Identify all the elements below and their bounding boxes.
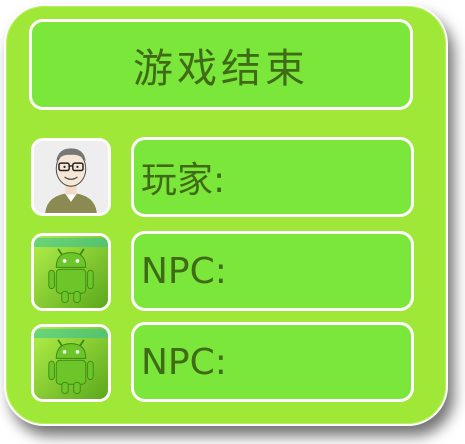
- person-glasses-avatar-icon: [34, 141, 108, 213]
- game-over-title-box: 游戏结束: [29, 19, 413, 110]
- player-avatar: [31, 138, 111, 216]
- android-robot-icon: [34, 327, 108, 399]
- npc-name-box-1: NPC:: [131, 231, 414, 311]
- npc-label-2: NPC:: [141, 341, 227, 383]
- npc-avatar-1: [31, 233, 111, 311]
- player-name-box: 玩家:: [131, 137, 414, 217]
- npc-label-1: NPC:: [141, 250, 227, 292]
- android-robot-icon: [34, 236, 108, 308]
- npc-name-box-2: NPC:: [131, 322, 414, 402]
- game-over-title: 游戏结束: [133, 45, 309, 92]
- npc-avatar-2: [31, 324, 111, 402]
- player-label: 玩家:: [141, 160, 226, 201]
